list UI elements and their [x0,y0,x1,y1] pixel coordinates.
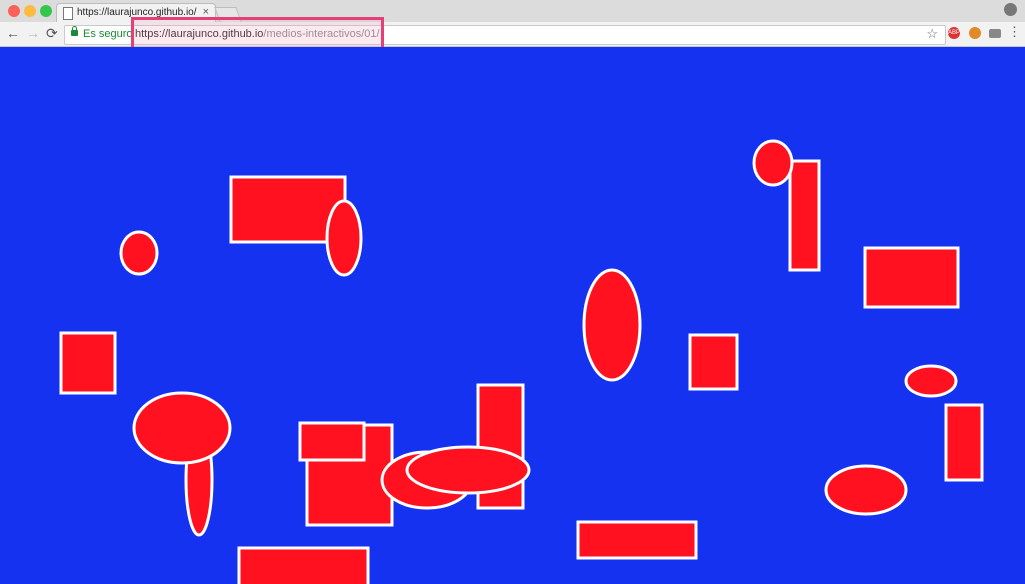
red-rectangle [688,333,739,391]
red-rectangle [237,546,370,584]
red-ellipse [904,364,958,398]
profile-icon[interactable] [1004,3,1017,16]
sketch-canvas [0,47,1025,584]
new-tab-button[interactable] [214,7,242,22]
browser-toolbar: ← → ⟳ Es seguro https://laurajunco.githu… [0,22,1025,47]
lock-icon [71,26,78,36]
url-host: https://laurajunco.github.io [135,28,264,40]
red-rectangle [944,403,984,482]
menu-icon[interactable]: ⋮ [1008,25,1021,38]
back-icon[interactable]: ← [6,25,20,41]
url-text[interactable]: https://laurajunco.github.io/medios-inte… [135,28,380,40]
tab-strip: https://laurajunco.github.io/me × [0,0,1025,23]
red-rectangle [59,331,117,395]
page-viewport [0,47,1025,584]
red-rectangle [863,246,960,309]
red-ellipse [119,230,159,276]
tab-close-icon[interactable]: × [203,6,209,18]
close-window-button[interactable] [8,5,20,17]
tab-title: https://laurajunco.github.io/me [77,7,197,18]
red-ellipse [752,139,794,187]
red-rectangle [576,520,698,560]
red-ellipse [824,464,908,516]
red-ellipse [325,199,363,277]
red-rectangle [298,421,366,462]
url-path: /medios-interactivos/01/ [263,28,380,40]
reload-icon[interactable]: ⟳ [46,25,58,41]
bookmark-star-icon[interactable]: ☆ [926,26,938,42]
camera-extension-icon[interactable] [989,29,1001,38]
red-rectangle [788,159,821,272]
forward-icon[interactable]: → [26,25,40,41]
active-tab[interactable]: https://laurajunco.github.io/me × [56,3,216,23]
adblock-extension-icon[interactable]: ABP [948,27,960,39]
zoom-window-button[interactable] [40,5,52,17]
page-icon [63,7,73,20]
address-bar[interactable]: Es seguro https://laurajunco.github.io/m… [64,25,946,45]
red-ellipse [405,445,531,495]
minimize-window-button[interactable] [24,5,36,17]
basketball-extension-icon[interactable] [969,27,981,39]
red-ellipse [132,391,232,465]
red-ellipse [582,268,642,382]
secure-label: Es seguro [83,28,133,40]
